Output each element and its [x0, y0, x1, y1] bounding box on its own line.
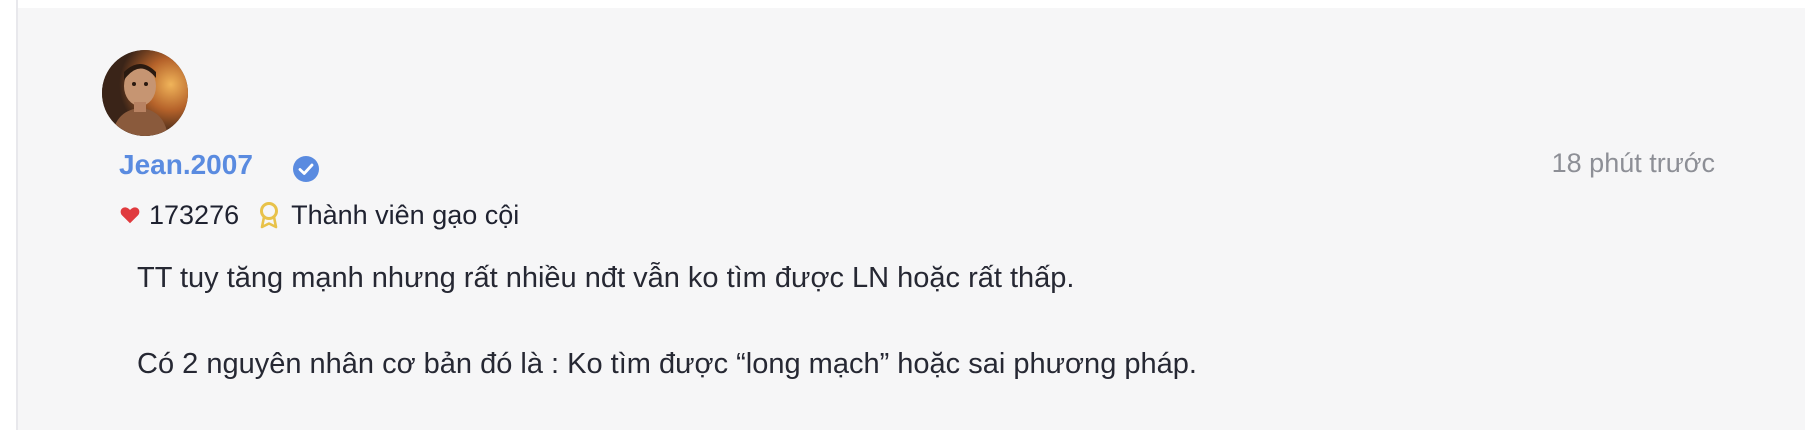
member-rank: Thành viên gạo cội [291, 199, 520, 230]
likes-count: 173276 [149, 199, 240, 230]
post-body: TT tuy tăng mạnh nhưng rất nhiều nđt vẫn… [137, 258, 1737, 384]
avatar[interactable] [102, 50, 188, 136]
author-meta: 173276 Thành viên gạo cội [119, 198, 519, 232]
post-paragraph: TT tuy tăng mạnh nhưng rất nhiều nđt vẫn… [137, 262, 1075, 294]
verified-badge-icon [293, 156, 319, 182]
medal-icon [260, 202, 279, 229]
page: Jean.2007 18 phút trước 173276 Thành viê… [0, 0, 1805, 430]
post-timestamp: 18 phút trước [1551, 148, 1715, 178]
avatar-image [102, 50, 188, 136]
heart-icon [120, 207, 140, 224]
author-name[interactable]: Jean.2007 [119, 148, 253, 182]
post-paragraph: Có 2 nguyên nhân cơ bản đó là : Ko tìm đ… [137, 348, 1197, 380]
